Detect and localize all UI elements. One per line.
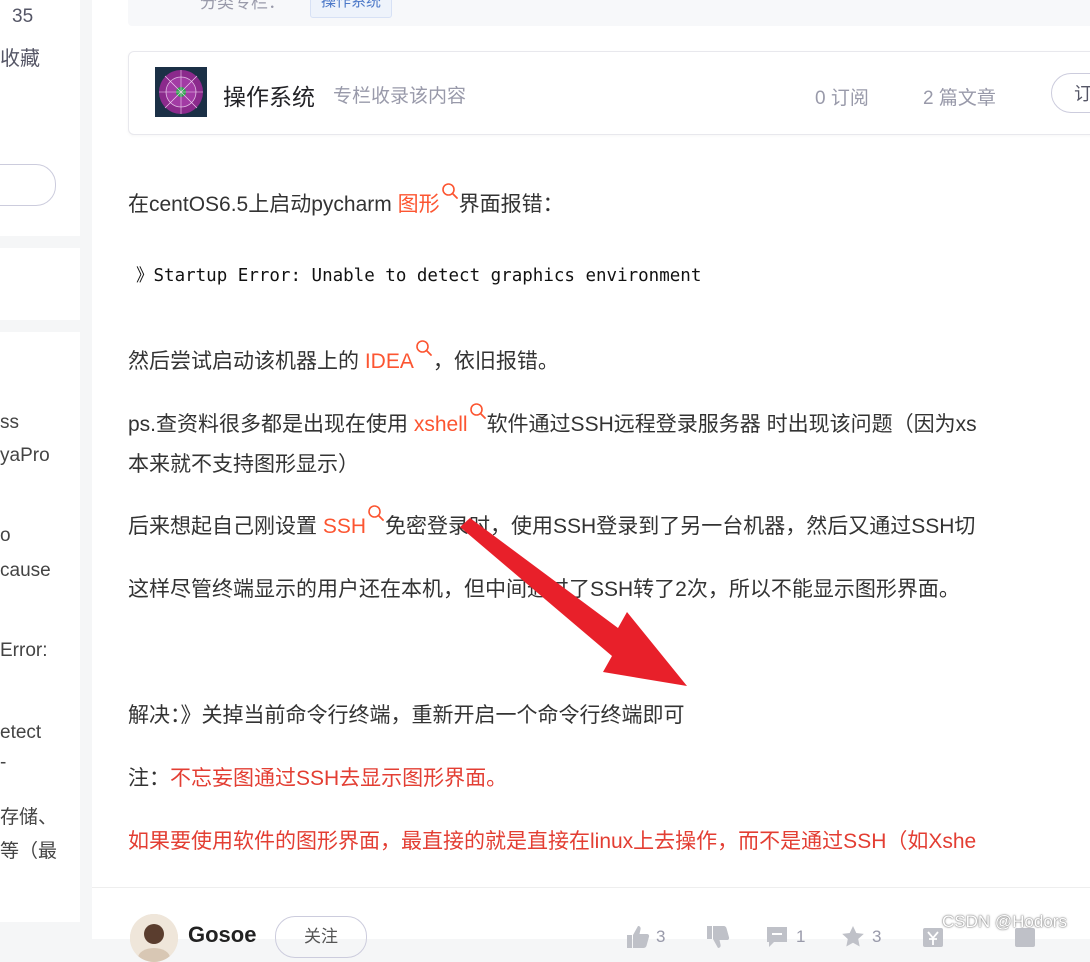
dislike-action[interactable] [704,924,730,950]
sidebar-pill-button[interactable] [0,164,56,206]
category-tag[interactable]: 操作系统 [310,0,393,18]
keyword-search-icon[interactable] [415,339,433,357]
star-icon [842,926,864,947]
author-stats-panel: 35 收藏 [0,0,80,236]
sidebar-article-list: ss yaPro o cause Error: etect - 存储、 等（最 [0,332,80,922]
left-sidebar: 35 收藏 ss yaPro o cause Error: etect - 存储… [0,0,80,938]
list-item[interactable]: ss [0,412,19,434]
column-thumbnail-image [155,67,207,117]
favorite-count: 3 [872,927,882,946]
paragraph-text: 免密登录时，使用SSH登录到了另一台机器，然后又通过SSH切 [385,515,976,538]
list-item[interactable]: - [0,752,6,774]
watermark: CSDN @Hodors [942,912,1067,931]
note-paragraph: 注：不忘妄图通过SSH去显示图形界面。 [128,762,507,792]
paragraph-text: 后来想起自己刚设置 [128,515,323,538]
note-label: 注： [128,767,170,790]
keyword-search-icon[interactable] [469,402,487,420]
paragraph-1: 在centOS6.5上启动pycharm 图形 界面报错： [128,183,564,218]
paragraph-text: 界面报错： [458,193,564,216]
paragraph-5: 这样尽管终端显示的用户还在本机，但中间通过了SSH转了2次，所以不能显示图形界面… [128,578,960,601]
comment-icon [767,927,787,947]
paragraph-text: 在centOS6.5上启动pycharm [128,193,398,216]
subscribe-column-button[interactable]: 订阅专栏 [1051,73,1090,113]
sidebar-search-panel [0,248,80,554]
favorite-action[interactable]: 3 [840,924,881,950]
list-item[interactable]: yaPro [0,445,50,467]
column-article-count: 2 篇文章 [923,88,996,109]
column-card[interactable]: 操作系统 专栏收录该内容 0 订阅 2 篇文章 订阅专栏 [128,51,1090,135]
keyword-link[interactable]: SSH [323,515,366,538]
author-toolbar: Gosoe 关注 3 1 3 [92,887,1090,962]
list-item[interactable]: 等（最 [0,836,57,863]
note-red-text: 不忘妄图通过SSH去显示图形界面。 [170,767,508,790]
column-subscriptions: 0 订阅 [815,88,869,109]
thumbs-up-icon [627,926,650,948]
keyword-search-icon[interactable] [441,182,459,200]
paragraph-2: 然后尝试启动该机器上的 IDEA ，依旧报错。 [128,340,559,375]
paragraph-text: 然后尝试启动该机器上的 [128,350,365,373]
list-item[interactable]: etect [0,722,41,744]
keyword-link[interactable]: IDEA [365,350,414,373]
last-red-paragraph: 如果要使用软件的图形界面，最直接的就是直接在linux上去操作，而不是通过SSH… [128,830,977,853]
column-thumbnail [155,67,207,117]
list-item[interactable]: cause [0,560,51,582]
favorites-count: 35 [12,6,34,27]
paragraph-4: 后来想起自己刚设置 SSH 免密登录时，使用SSH登录到了另一台机器，然后又通过S… [128,505,976,540]
like-count: 3 [656,927,666,946]
list-item[interactable]: o [0,525,11,547]
list-item[interactable]: Error: [0,640,48,662]
avatar-image [130,914,178,962]
paragraph-text: ，依旧报错。 [432,350,559,373]
keyword-link[interactable]: 图形 [398,193,440,216]
paragraph-text: ps.查资料很多都是出现在使用 [128,413,414,436]
avatar[interactable] [130,914,178,962]
paragraph-3: ps.查资料很多都是出现在使用 xshell 软件通过SSH远程登录服务器 时出现… [128,403,977,438]
solution-paragraph: 解决：》关掉当前命令行终端，重新开启一个命令行终端即可 [128,704,685,727]
thumbs-down-icon [707,926,730,948]
paragraph-3-line-2: 本来就不支持图形显示） [128,453,359,476]
comment-action[interactable]: 1 [764,924,805,950]
paragraph-text: 软件通过SSH远程登录服务器 时出现该问题（因为xs [486,413,977,436]
category-label: 分类专栏： [200,0,285,12]
follow-button[interactable]: 关注 [275,916,367,958]
author-name[interactable]: Gosoe [188,922,256,948]
error-code-line: 》Startup Error: Unable to detect graphic… [136,266,702,286]
column-title[interactable]: 操作系统 [223,78,315,112]
column-description: 专栏收录该内容 [333,86,467,107]
comment-count: 1 [796,927,806,946]
list-item[interactable]: 存储、 [0,802,57,829]
keyword-search-icon[interactable] [367,504,385,522]
like-action[interactable]: 3 [624,924,665,950]
favorites-label: 收藏 [0,48,40,70]
article-main: 分类专栏： 操作系统 操作系统 专栏收录该内容 0 订阅 2 篇文章 订阅专栏 … [92,0,1090,887]
keyword-link[interactable]: xshell [414,413,468,436]
